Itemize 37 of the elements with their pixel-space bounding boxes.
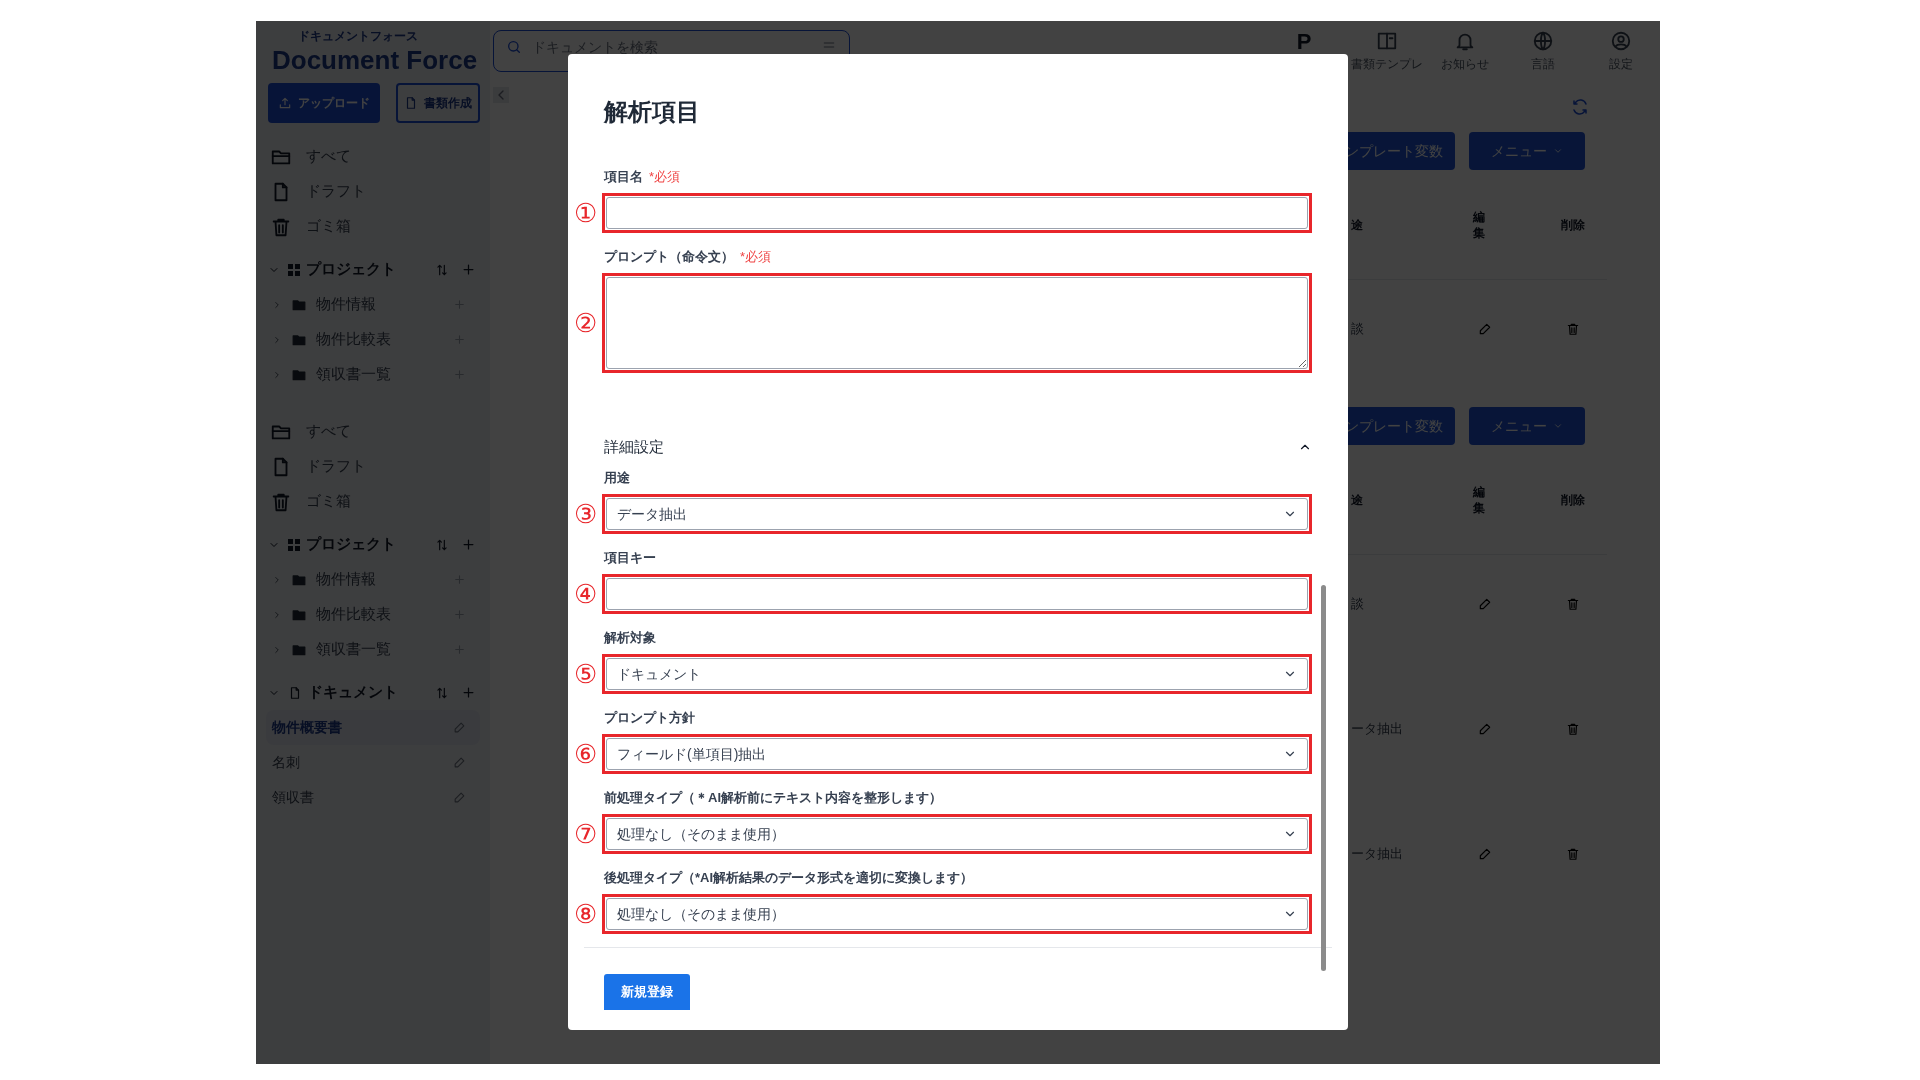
select-field[interactable]: 処理なし（そのまま使用） <box>606 818 1308 850</box>
p-letter: P <box>1295 30 1313 54</box>
field-label: 後処理タイプ（*AI解析結果のデータ形式を適切に変換します） <box>604 869 974 888</box>
column-header: 削除 <box>1561 216 1585 234</box>
select-field[interactable]: フィールド(単項目)抽出 <box>606 738 1308 770</box>
section-heading: ドキュメント <box>308 682 399 703</box>
section-heading: プロジェクト <box>306 259 397 280</box>
annotation-marker: ⑥ <box>572 739 598 769</box>
field-label: 解析対象 <box>604 629 656 648</box>
annotation-marker: ④ <box>572 579 598 609</box>
required-mark: *必須 <box>740 248 772 267</box>
dialog-title: 解析項目 <box>604 97 701 127</box>
annotation-marker: ③ <box>572 499 598 529</box>
field-label: 前処理タイプ（＊AI解析前にテキスト内容を整形します） <box>604 789 942 808</box>
annotation-marker: ⑦ <box>572 819 598 849</box>
field-label: プロンプト方針 <box>604 709 695 728</box>
annotation-marker: ⑤ <box>572 659 598 689</box>
scrollbar[interactable] <box>1321 585 1326 971</box>
register-button[interactable]: 新規登録 <box>604 974 690 1010</box>
field-label: 項目キー <box>604 549 656 568</box>
field-label: 項目名 <box>604 168 643 187</box>
column-header: 途 <box>1350 491 1364 509</box>
column-header: 削除 <box>1561 491 1585 509</box>
field-label: 用途 <box>604 469 630 488</box>
column-header: 編集 <box>1473 208 1486 241</box>
field-label: プロンプト（命令文） <box>604 248 734 267</box>
select-field[interactable]: 処理なし（そのまま使用） <box>606 898 1308 930</box>
select-field[interactable]: ドキュメント <box>606 658 1308 690</box>
annotation-marker: ② <box>572 308 598 338</box>
section-title: 詳細設定 <box>604 436 665 457</box>
annotation-marker: ⑧ <box>572 899 598 929</box>
column-header: 編集 <box>1473 483 1486 516</box>
annotation-marker: ① <box>572 198 598 228</box>
select-field[interactable]: データ抽出 <box>606 498 1308 530</box>
required-mark: *必須 <box>649 168 681 187</box>
column-header: 途 <box>1350 216 1364 234</box>
section-heading: プロジェクト <box>306 534 397 555</box>
